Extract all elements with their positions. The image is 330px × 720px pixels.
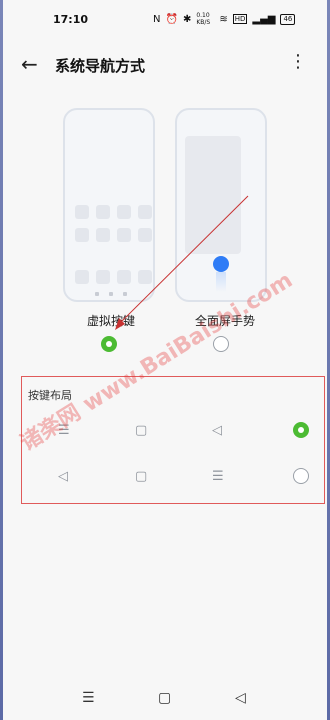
settings-screen: 17:10 N ⏰ ✱ 0.10 KB/S ≋ HD ▂▄▆ 46 ← 系统导航… bbox=[3, 0, 327, 720]
home-key-icon[interactable]: ▢ bbox=[158, 690, 171, 706]
system-nav-bar: ☰ ▢ ◁ bbox=[3, 686, 327, 714]
menu-key-icon[interactable]: ☰ bbox=[82, 690, 95, 706]
back-key-icon[interactable]: ◁ bbox=[235, 690, 246, 706]
